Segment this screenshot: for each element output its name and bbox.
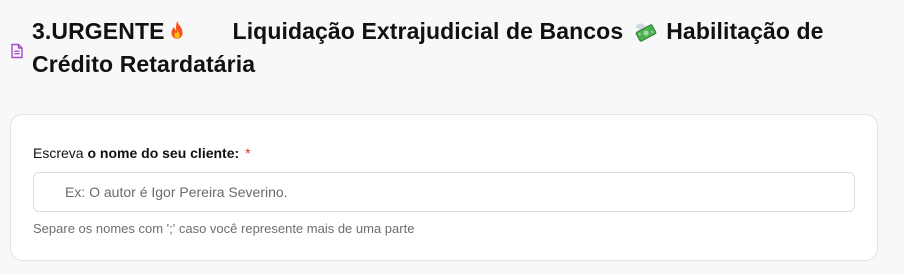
fire-icon xyxy=(167,19,187,49)
required-mark: * xyxy=(245,145,251,161)
page-title: 3.URGENTE Liquidação Extrajudicial de Ba… xyxy=(32,16,890,79)
label-bold: o nome do seu cliente: xyxy=(87,145,240,161)
document-icon xyxy=(11,43,23,59)
title-urgent: 3.URGENTE xyxy=(32,18,165,44)
help-text: Separe os nomes com ';' caso você repres… xyxy=(33,221,415,236)
form-card: Escreva o nome do seu cliente: * Separe … xyxy=(10,114,878,261)
label-prefix: Escreva xyxy=(33,145,88,161)
title-subject: Liquidação Extrajudicial de Bancos xyxy=(232,18,624,44)
money-with-wings-icon xyxy=(632,19,658,49)
client-name-label: Escreva o nome do seu cliente: * xyxy=(33,145,251,161)
page-header: 3.URGENTE Liquidação Extrajudicial de Ba… xyxy=(10,16,890,79)
client-name-input[interactable] xyxy=(33,172,855,212)
